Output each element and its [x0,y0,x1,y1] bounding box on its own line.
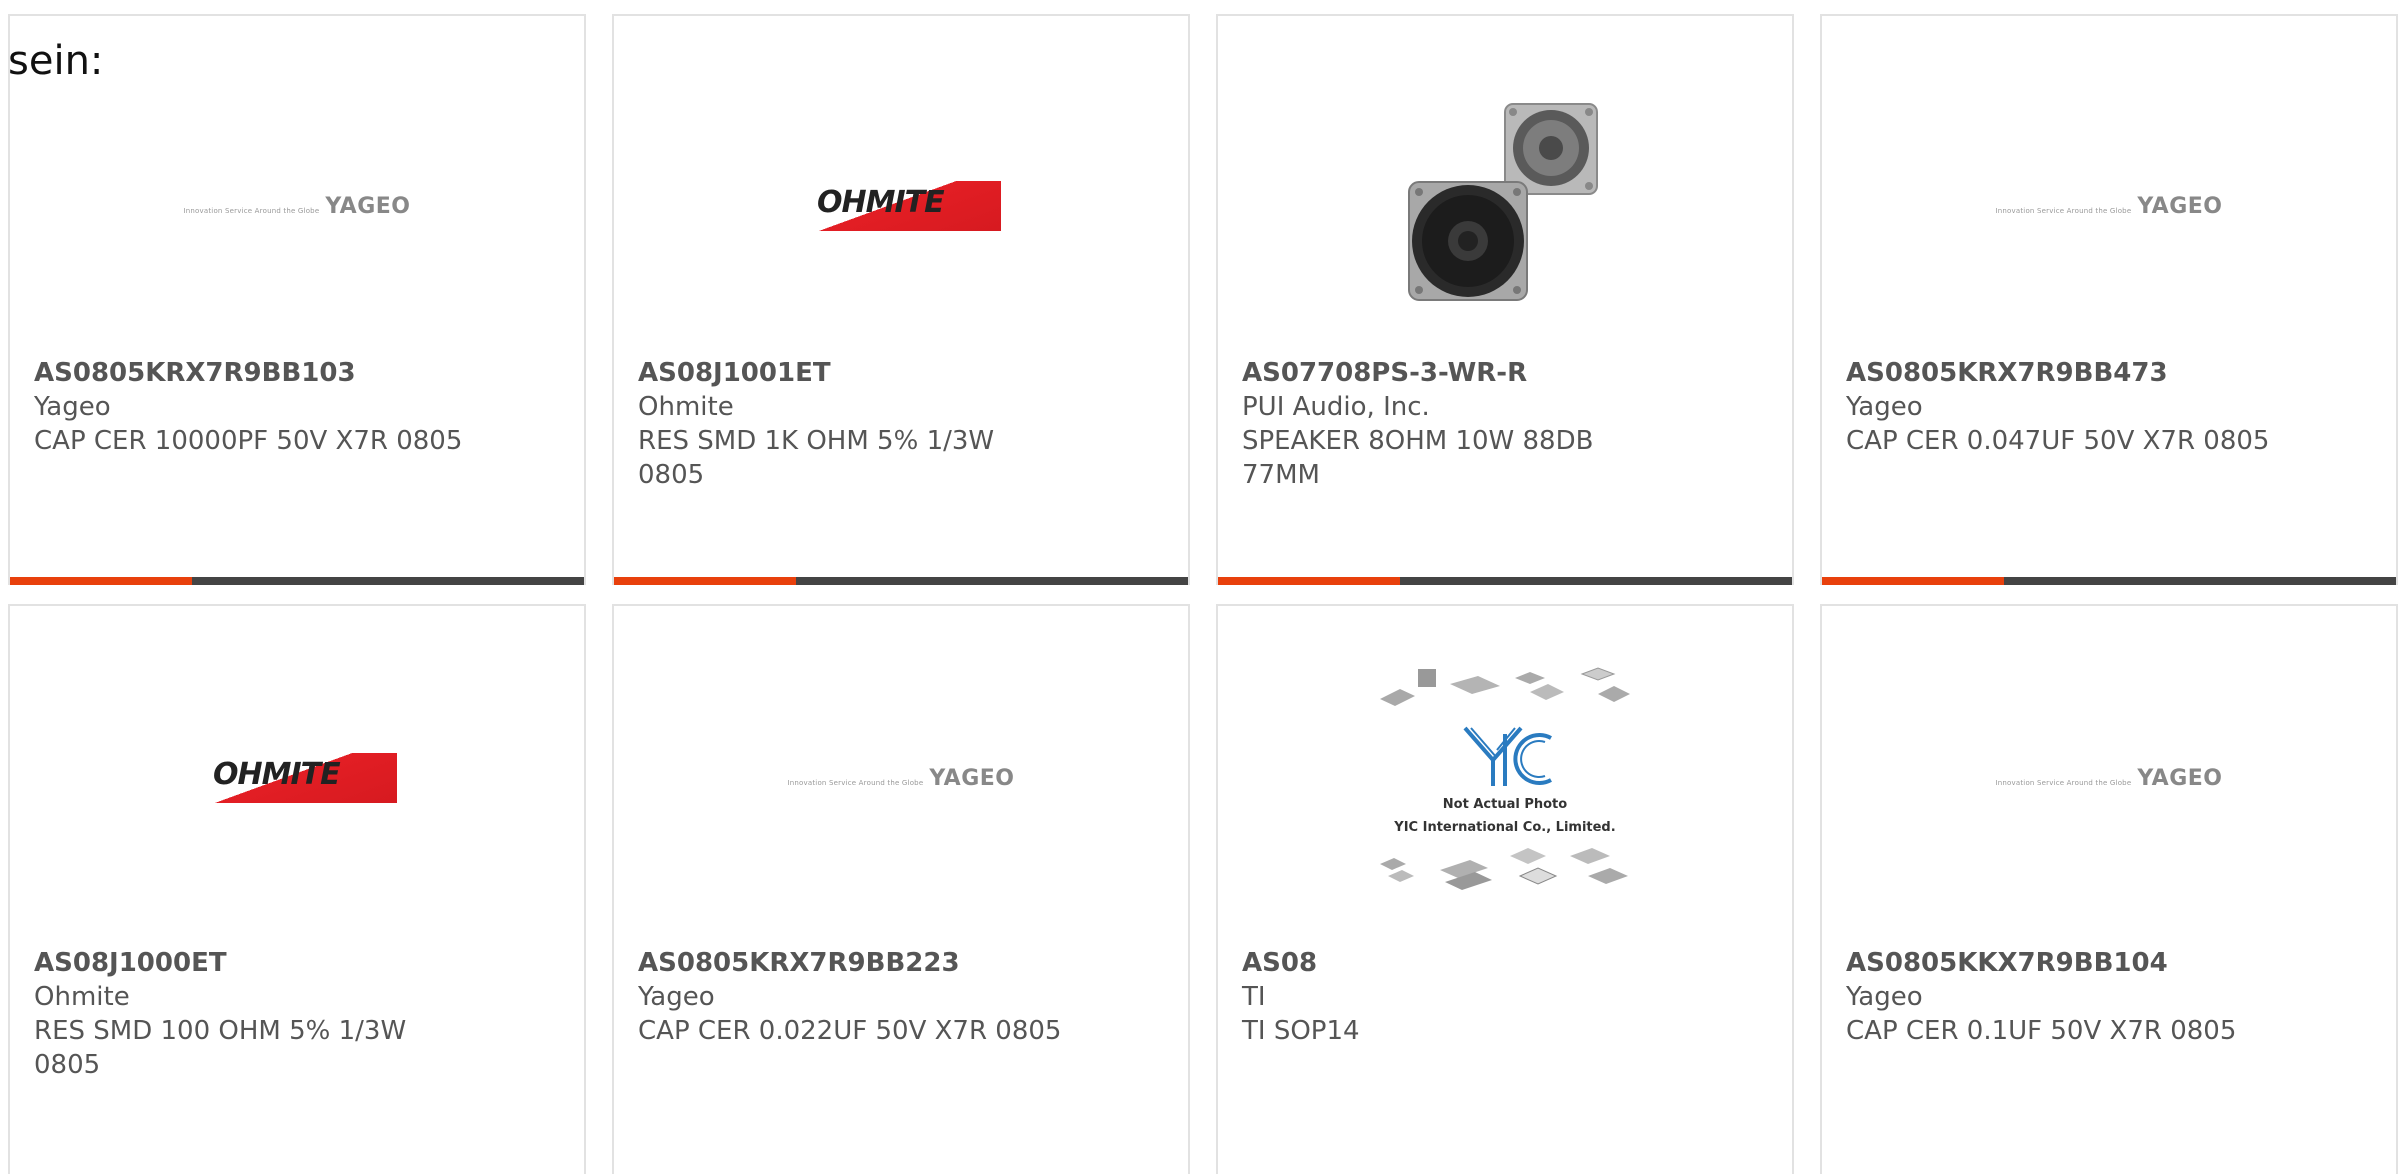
manufacturer-logo: OHMITE [614,36,1188,376]
part-number[interactable]: AS08J1001ET [638,356,1068,390]
manufacturer-name: Yageo [1846,982,1923,1012]
product-card[interactable]: OHMITE AS08J1001ET Ohmite RES SMD 1K OHM… [612,14,1190,585]
manufacturer-name: Yageo [34,392,111,422]
manufacturer-logo: Innovation Service Around the Globe YAGE… [1822,36,2396,376]
manufacturer-name: Ohmite [34,982,130,1012]
card-footer-bar [614,577,1188,585]
yageo-wordmark: YAGEO [2137,765,2223,791]
ohmite-logo-icon: OHMITE [197,753,397,803]
yageo-tagline: Innovation Service Around the Globe [1995,778,2132,787]
product-description: CAP CER 10000PF 50V X7R 0805 [34,426,463,456]
yageo-tagline: Innovation Service Around the Globe [1995,206,2132,215]
manufacturer-logo: OHMITE [10,608,584,948]
part-number[interactable]: AS0805KRX7R9BB473 [1846,356,2276,390]
manufacturer-name: Yageo [1846,392,1923,422]
part-number[interactable]: AS0805KRX7R9BB223 [638,946,1068,980]
yageo-wordmark: YAGEO [325,193,411,219]
yic-notice-line1: Not Actual Photo [1442,797,1568,812]
part-number[interactable]: AS08J1000ET [34,946,464,980]
product-card[interactable]: Innovation Service Around the Globe YAGE… [1820,14,2398,585]
yageo-logo-icon: Innovation Service Around the Globe YAGE… [1996,766,2223,791]
product-description: SPEAKER 8OHM 10W 88DB 77MM [1242,426,1594,490]
ohmite-wordmark: OHMITE [213,757,341,792]
manufacturer-logo: Innovation Service Around the Globe YAGE… [614,608,1188,948]
manufacturer-name: Ohmite [638,392,734,422]
part-number[interactable]: AS07708PS-3-WR-R [1242,356,1672,390]
chip-packages-icon [1380,848,1628,890]
yageo-wordmark: YAGEO [929,765,1015,791]
product-card[interactable]: Innovation Service Around the Globe YAGE… [612,604,1190,1174]
manufacturer-name: PUI Audio, Inc. [1242,392,1430,422]
product-photo: Not Actual Photo YIC International Co., … [1218,608,1792,948]
manufacturer-name: TI [1242,982,1266,1012]
yageo-tagline: Innovation Service Around the Globe [787,778,924,787]
product-description: RES SMD 1K OHM 5% 1/3W 0805 [638,426,995,490]
product-description: CAP CER 0.1UF 50V X7R 0805 [1846,1016,2237,1046]
chip-packages-icon [1380,667,1630,706]
product-card[interactable]: OHMITE AS08J1000ET Ohmite RES SMD 100 OH… [8,604,586,1174]
yic-notice-line2: YIC International Co., Limited. [1394,820,1616,835]
product-description: CAP CER 0.022UF 50V X7R 0805 [638,1016,1062,1046]
part-number[interactable]: AS0805KRX7R9BB103 [34,356,464,390]
yageo-logo-icon: Innovation Service Around the Globe YAGE… [184,194,411,219]
product-card[interactable]: Innovation Service Around the Globe YAGE… [8,14,586,585]
product-description: RES SMD 100 OHM 5% 1/3W 0805 [34,1016,407,1080]
product-description: TI SOP14 [1242,1016,1360,1046]
card-footer-bar [1822,577,2396,585]
manufacturer-logo: Innovation Service Around the Globe YAGE… [10,36,584,376]
manufacturer-logo: Innovation Service Around the Globe YAGE… [1822,608,2396,948]
speaker-icon [1408,103,1598,301]
yageo-logo-icon: Innovation Service Around the Globe YAGE… [1996,194,2223,219]
yic-placeholder-image: Not Actual Photo YIC International Co., … [1370,664,1640,892]
product-card[interactable]: Innovation Service Around the Globe YAGE… [1820,604,2398,1174]
yageo-tagline: Innovation Service Around the Globe [183,206,320,215]
card-footer-bar [10,577,584,585]
product-photo [1218,36,1792,376]
yageo-wordmark: YAGEO [2137,193,2223,219]
yic-logo-icon [1463,726,1552,786]
product-description: CAP CER 0.047UF 50V X7R 0805 [1846,426,2270,456]
card-footer-bar [1218,577,1792,585]
yageo-logo-icon: Innovation Service Around the Globe YAGE… [788,766,1015,791]
part-number[interactable]: AS08 [1242,946,1672,980]
manufacturer-name: Yageo [638,982,715,1012]
ohmite-logo-icon: OHMITE [801,181,1001,231]
ohmite-wordmark: OHMITE [817,185,945,220]
product-card[interactable]: Not Actual Photo YIC International Co., … [1216,604,1794,1174]
product-card[interactable]: AS07708PS-3-WR-R PUI Audio, Inc. SPEAKER… [1216,14,1794,585]
part-number[interactable]: AS0805KKX7R9BB104 [1846,946,2276,980]
intro-text: sein: [8,38,104,84]
